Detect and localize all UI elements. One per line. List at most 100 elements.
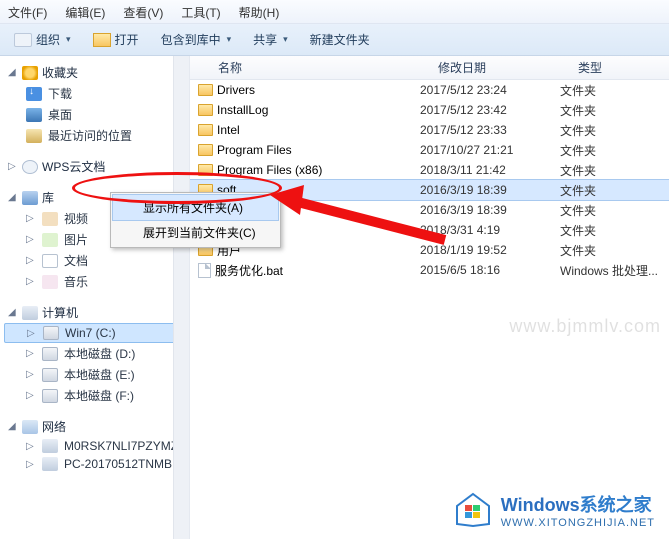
nav-favorites-header[interactable]: ◢收藏夹 [4, 62, 189, 83]
collapse-icon: ◢ [8, 67, 18, 78]
file-name: Intel [217, 123, 240, 137]
file-date: 2018/3/11 21:42 [420, 163, 560, 177]
menu-edit[interactable]: 编辑(E) [65, 4, 105, 19]
nav-recent[interactable]: 最近访问的位置 [4, 125, 189, 146]
file-row[interactable]: Intel 2017/5/12 23:33文件夹 [190, 120, 669, 140]
nav-music[interactable]: ▷音乐 [4, 271, 189, 292]
file-date: 2017/5/12 23:33 [420, 123, 560, 137]
include-library-button[interactable]: 包含到库中 [155, 29, 238, 50]
file-row[interactable]: Program Files2017/10/27 21:21文件夹 [190, 140, 669, 160]
menu-help[interactable]: 帮助(H) [239, 4, 280, 19]
folder-icon [198, 124, 213, 136]
nav-downloads[interactable]: 下载 [4, 83, 189, 104]
menubar: 文件(F) 编辑(E) 查看(V) 工具(T) 帮助(H) [0, 0, 669, 24]
menu-tools[interactable]: 工具(T) [181, 4, 220, 19]
video-icon [42, 212, 58, 226]
nav-network-header[interactable]: ◢网络 [4, 416, 189, 437]
expand-icon: ▷ [26, 348, 36, 359]
file-type: 文件夹 [560, 222, 669, 239]
organize-button[interactable]: 组织 [8, 29, 77, 50]
file-name: InstallLog [217, 103, 268, 117]
expand-icon: ▷ [26, 459, 36, 470]
file-name: Program Files (x86) [217, 163, 322, 177]
folder-icon [198, 164, 213, 176]
file-icon [198, 263, 211, 278]
drive-icon [42, 389, 58, 403]
file-type: 文件夹 [560, 162, 669, 179]
brand-watermark: Windows系统之家 WWW.XITONGZHIJIA.NET [453, 491, 655, 529]
share-button[interactable]: 共享 [247, 29, 294, 50]
file-type: 文件夹 [560, 182, 669, 199]
expand-icon: ▷ [26, 213, 36, 224]
nav-netpc-2[interactable]: ▷PC-20170512TNMB [4, 455, 189, 473]
folder-icon [198, 84, 213, 96]
drive-icon [42, 368, 58, 382]
computer-icon [22, 306, 38, 320]
recent-icon [26, 129, 42, 143]
nav-documents[interactable]: ▷文档 [4, 250, 189, 271]
file-date: 2015/6/5 18:16 [420, 263, 560, 277]
expand-icon: ▷ [26, 441, 36, 452]
column-headers[interactable]: 名称 修改日期 类型 [190, 56, 669, 80]
menu-view[interactable]: 查看(V) [123, 4, 163, 19]
col-name[interactable]: 名称 [218, 59, 438, 76]
file-type: 文件夹 [560, 202, 669, 219]
file-type: Windows 批处理... [560, 262, 669, 279]
nav-cloud: ▷WPS云文档 [4, 156, 189, 177]
expand-icon: ▷ [26, 390, 36, 401]
file-type: 文件夹 [560, 122, 669, 139]
brand-logo-icon [453, 492, 493, 528]
file-date: 2016/3/19 18:39 [420, 183, 560, 197]
nav-netpc-1[interactable]: ▷M0RSK7NLI7PZYMZ [4, 437, 189, 455]
nav-drive-e[interactable]: ▷本地磁盘 (E:) [4, 364, 189, 385]
expand-icon: ▷ [26, 369, 36, 380]
nav-drive-f[interactable]: ▷本地磁盘 (F:) [4, 385, 189, 406]
file-date: 2017/5/12 23:24 [420, 83, 560, 97]
file-name: Drivers [217, 83, 255, 97]
folder-icon [198, 144, 213, 156]
file-type: 文件夹 [560, 142, 669, 159]
favorites-icon [22, 66, 38, 80]
collapse-icon: ◢ [8, 421, 18, 432]
expand-icon: ▷ [26, 276, 36, 287]
cloud-icon [22, 160, 38, 174]
open-button[interactable]: 打开 [87, 29, 145, 50]
organize-icon [14, 33, 32, 47]
file-row[interactable]: 服务优化.bat2015/6/5 18:16Windows 批处理... [190, 260, 669, 280]
file-date: 2017/5/12 23:42 [420, 103, 560, 117]
col-type[interactable]: 类型 [578, 59, 669, 76]
picture-icon [42, 233, 58, 247]
drive-icon [43, 326, 59, 340]
computer-icon [42, 439, 58, 453]
nav-computer: ◢计算机 ▷Win7 (C:) ▷本地磁盘 (D:) ▷本地磁盘 (E:) ▷本… [4, 302, 189, 406]
ctx-show-all-folders[interactable]: 显示所有文件夹(A) [113, 195, 278, 220]
collapse-icon: ◢ [8, 192, 18, 203]
nav-cloud-header[interactable]: ▷WPS云文档 [4, 156, 189, 177]
toolbar: 组织 打开 包含到库中 共享 新建文件夹 [0, 24, 669, 56]
expand-icon: ▷ [8, 161, 18, 172]
nav-pane[interactable]: ◢收藏夹 下载 桌面 最近访问的位置 ▷WPS云文档 ◢库 ▷视频 ▷图片 ▷文… [0, 56, 190, 539]
new-folder-button[interactable]: 新建文件夹 [304, 29, 376, 50]
network-icon [22, 420, 38, 434]
nav-drive-c[interactable]: ▷Win7 (C:) [4, 323, 189, 343]
navpane-context-menu: 显示所有文件夹(A) 展开到当前文件夹(C) [110, 192, 281, 248]
nav-drive-d[interactable]: ▷本地磁盘 (D:) [4, 343, 189, 364]
file-type: 文件夹 [560, 102, 669, 119]
nav-network: ◢网络 ▷M0RSK7NLI7PZYMZ ▷PC-20170512TNMB [4, 416, 189, 473]
file-date: 2016/3/19 18:39 [420, 203, 560, 217]
nav-favorites: ◢收藏夹 下载 桌面 最近访问的位置 [4, 62, 189, 146]
col-modified[interactable]: 修改日期 [438, 59, 578, 76]
file-row[interactable]: Program Files (x86) 2018/3/11 21:42文件夹 [190, 160, 669, 180]
content-pane: 名称 修改日期 类型 Drivers2017/5/12 23:24文件夹Inst… [190, 56, 669, 539]
file-row[interactable]: Drivers 2017/5/12 23:24文件夹 [190, 80, 669, 100]
file-list: Drivers2017/5/12 23:24文件夹InstallLog2017/… [190, 80, 669, 280]
nav-desktop[interactable]: 桌面 [4, 104, 189, 125]
drive-icon [42, 347, 58, 361]
file-type: 文件夹 [560, 242, 669, 259]
file-type: 文件夹 [560, 82, 669, 99]
nav-scrollbar[interactable] [173, 56, 189, 539]
file-row[interactable]: InstallLog 2017/5/12 23:42文件夹 [190, 100, 669, 120]
nav-computer-header[interactable]: ◢计算机 [4, 302, 189, 323]
menu-file[interactable]: 文件(F) [8, 4, 47, 19]
ctx-expand-to-current[interactable]: 展开到当前文件夹(C) [113, 220, 278, 245]
